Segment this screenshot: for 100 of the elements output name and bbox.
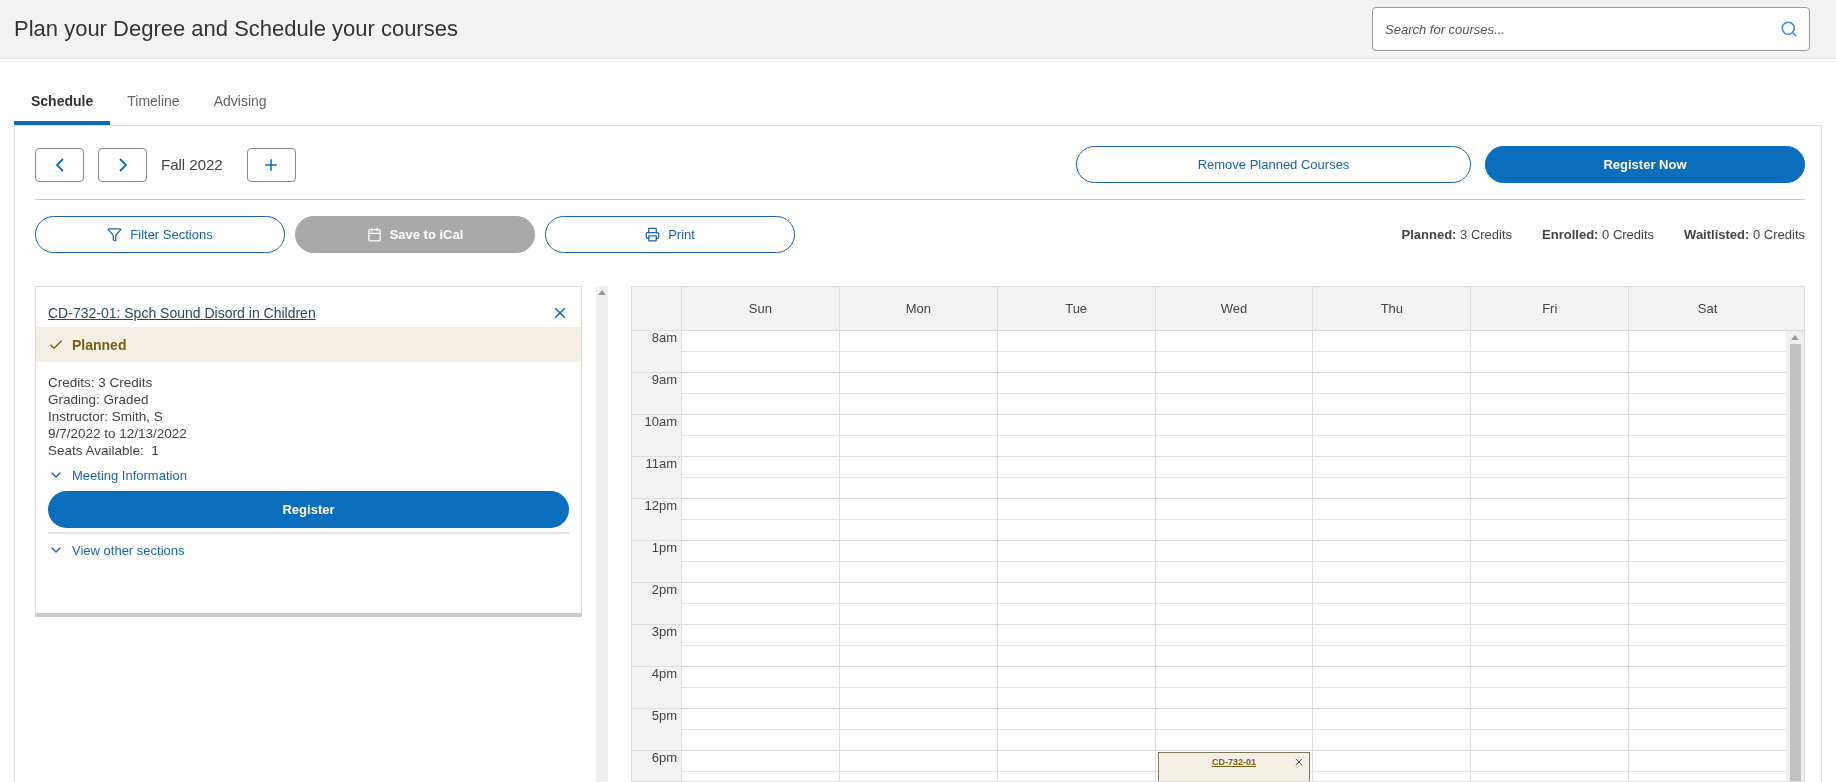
calendar-slot[interactable]: [838, 499, 997, 541]
calendar-slot[interactable]: [1154, 499, 1313, 541]
other-sections-link[interactable]: View other sections: [48, 542, 185, 558]
scrollbar[interactable]: [1786, 331, 1804, 781]
search-field[interactable]: Search for courses...: [1372, 7, 1810, 51]
calendar-slot[interactable]: [1470, 541, 1629, 583]
calendar-slot[interactable]: [681, 499, 839, 541]
calendar-slot[interactable]: [1628, 541, 1786, 583]
calendar-slot[interactable]: [1154, 373, 1313, 415]
course-link[interactable]: CD-732-01: Spch Sound Disord in Children: [48, 304, 316, 321]
calendar-slot[interactable]: [1154, 667, 1313, 709]
calendar-slot[interactable]: [1628, 499, 1786, 541]
calendar-slot[interactable]: [1628, 331, 1786, 373]
calendar-slot[interactable]: [1628, 457, 1786, 499]
remove-courses-button[interactable]: Remove Planned Courses: [1076, 146, 1471, 183]
calendar-slot[interactable]: [1628, 667, 1786, 709]
calendar-slot[interactable]: [1312, 625, 1471, 667]
calendar-slot[interactable]: [838, 709, 997, 751]
previous-term-button[interactable]: [35, 147, 84, 182]
calendar-slot[interactable]: [681, 667, 839, 709]
scrollbar[interactable]: [596, 286, 608, 782]
calendar-slot[interactable]: [1312, 667, 1471, 709]
scroll-thumb[interactable]: [1789, 344, 1801, 781]
calendar-slot[interactable]: [1628, 751, 1786, 781]
tab[interactable]: Timeline: [110, 83, 197, 125]
meeting-info-link[interactable]: Meeting Information: [48, 467, 187, 483]
calendar-slot[interactable]: [1154, 415, 1313, 457]
calendar-slot[interactable]: [838, 415, 997, 457]
calendar-slot[interactable]: [838, 541, 997, 583]
toolbar-button[interactable]: Filter Sections: [35, 216, 285, 253]
next-term-button[interactable]: [98, 147, 147, 182]
calendar-slot[interactable]: [996, 667, 1155, 709]
calendar-slot[interactable]: [1312, 583, 1471, 625]
detail-text: 9/7/2022 to 12/13/2022: [48, 425, 188, 442]
calendar-slot[interactable]: [838, 457, 997, 499]
calendar-slot[interactable]: [996, 751, 1155, 781]
calendar-slot[interactable]: [1628, 373, 1786, 415]
calendar-slot[interactable]: [1312, 751, 1471, 781]
calendar-slot[interactable]: [996, 331, 1155, 373]
calendar-slot[interactable]: [681, 457, 839, 499]
calendar-slot[interactable]: [1154, 541, 1313, 583]
calendar-slot[interactable]: [1312, 373, 1471, 415]
calendar-slot[interactable]: [1470, 415, 1629, 457]
add-term-button[interactable]: [246, 147, 296, 182]
calendar-slot[interactable]: [1312, 415, 1471, 457]
calendar-slot[interactable]: [1470, 457, 1629, 499]
calendar-slot[interactable]: [1628, 625, 1786, 667]
calendar-slot[interactable]: [838, 751, 997, 781]
register-now-button[interactable]: Register Now: [1485, 146, 1805, 183]
calendar-slot[interactable]: [1628, 415, 1786, 457]
calendar-slot[interactable]: [996, 583, 1155, 625]
calendar-slot[interactable]: [681, 541, 839, 583]
calendar-slot[interactable]: [1470, 373, 1629, 415]
calendar-slot[interactable]: [996, 709, 1155, 751]
calendar-slot[interactable]: [838, 583, 997, 625]
calendar-slot[interactable]: [1312, 331, 1471, 373]
calendar-slot[interactable]: [681, 583, 839, 625]
calendar-slot[interactable]: [681, 751, 839, 781]
calendar-slot[interactable]: [1470, 499, 1629, 541]
calendar-slot[interactable]: [996, 415, 1155, 457]
tab[interactable]: Advising: [196, 83, 284, 125]
calendar-slot[interactable]: [1154, 625, 1313, 667]
calendar-slot[interactable]: [681, 709, 839, 751]
time-label: 12pm: [644, 498, 677, 513]
calendar-slot[interactable]: [681, 625, 839, 667]
calendar-slot[interactable]: [1470, 331, 1629, 373]
calendar-slot[interactable]: [1312, 709, 1471, 751]
calendar-slot[interactable]: [1154, 331, 1313, 373]
calendar-slot[interactable]: [681, 373, 839, 415]
calendar-slot[interactable]: [996, 373, 1155, 415]
calendar-slot[interactable]: [1312, 499, 1471, 541]
calendar-slot[interactable]: [681, 331, 839, 373]
calendar-slot[interactable]: [838, 373, 997, 415]
calendar-slot[interactable]: [838, 331, 997, 373]
scroll-up-icon[interactable]: [1791, 335, 1799, 340]
register-button[interactable]: Register: [48, 491, 569, 528]
calendar-slot[interactable]: [1628, 583, 1786, 625]
calendar-slot[interactable]: [681, 415, 839, 457]
calendar-slot[interactable]: [996, 499, 1155, 541]
calendar-slot[interactable]: [838, 625, 997, 667]
calendar-slot[interactable]: [1312, 541, 1471, 583]
calendar-slot[interactable]: [1470, 667, 1629, 709]
calendar-slot[interactable]: [996, 625, 1155, 667]
calendar-slot[interactable]: [996, 541, 1155, 583]
calendar-slot[interactable]: [838, 667, 997, 709]
tab[interactable]: Schedule: [14, 83, 111, 125]
toolbar-button[interactable]: Print: [545, 216, 795, 253]
calendar-slot[interactable]: [1154, 583, 1313, 625]
calendar-slot[interactable]: [1154, 709, 1313, 751]
scroll-up-icon[interactable]: [598, 290, 606, 295]
calendar-slot[interactable]: [1470, 583, 1629, 625]
calendar-slot[interactable]: [1470, 709, 1629, 751]
time-label: 11am: [645, 456, 677, 471]
calendar-slot[interactable]: [1628, 709, 1786, 751]
calendar-slot[interactable]: [1470, 625, 1629, 667]
calendar-slot[interactable]: [996, 457, 1155, 499]
calendar-slot[interactable]: [1154, 457, 1313, 499]
event-link[interactable]: CD-732-01: [1211, 757, 1256, 781]
calendar-slot[interactable]: [1312, 457, 1471, 499]
calendar-slot[interactable]: [1470, 751, 1629, 781]
